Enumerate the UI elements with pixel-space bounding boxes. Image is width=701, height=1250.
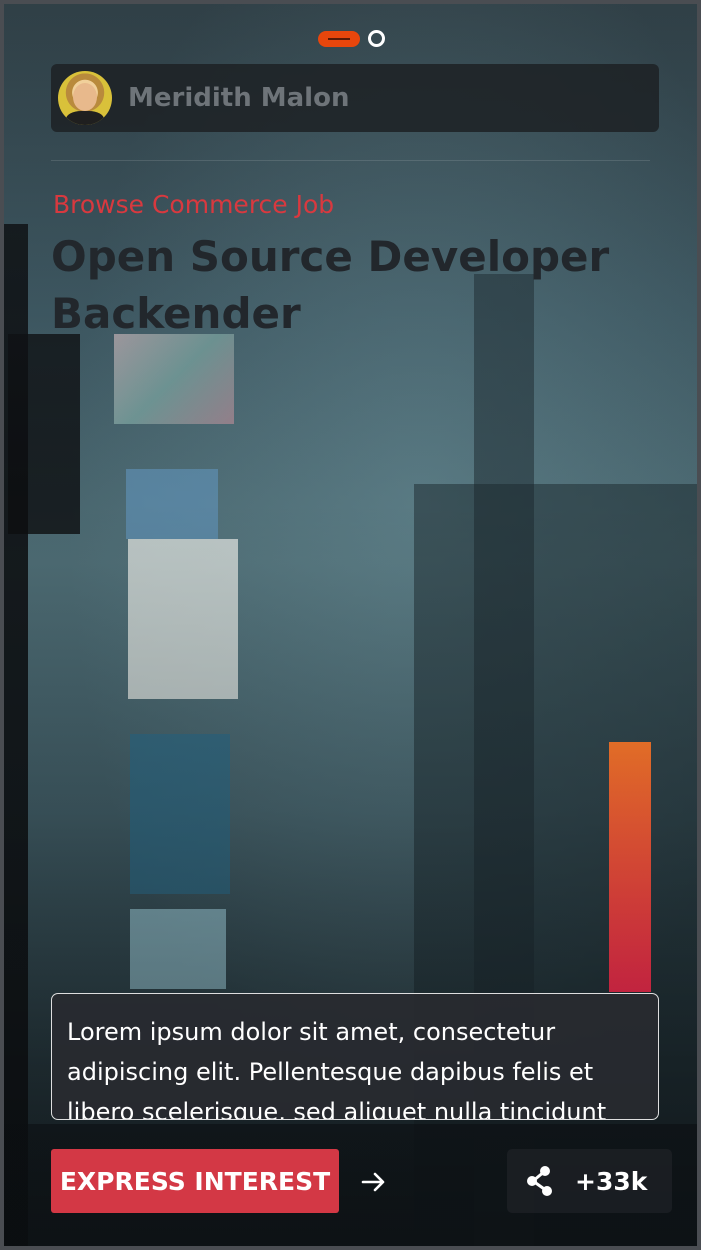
- express-interest-button[interactable]: EXPRESS INTEREST: [51, 1149, 339, 1213]
- user-bar[interactable]: Meridith Malon: [51, 64, 659, 132]
- job-category-link[interactable]: Browse Commerce Job: [53, 190, 334, 219]
- job-title: Open Source Developer Backender: [51, 232, 610, 338]
- divider: [51, 160, 650, 161]
- pager-dot-active[interactable]: [318, 30, 360, 47]
- share-button[interactable]: +33k: [507, 1149, 672, 1213]
- share-count: +33k: [575, 1166, 648, 1196]
- pager-dots: [318, 30, 385, 47]
- pager-dot[interactable]: [368, 30, 385, 47]
- user-name: Meridith Malon: [128, 83, 350, 113]
- arrow-right-icon[interactable]: [360, 1168, 388, 1196]
- share-icon: [527, 1166, 552, 1196]
- job-card-screen: Meridith Malon Browse Commerce Job Open …: [0, 0, 701, 1250]
- avatar: [58, 71, 112, 125]
- job-description[interactable]: Lorem ipsum dolor sit amet, consectetur …: [51, 993, 659, 1120]
